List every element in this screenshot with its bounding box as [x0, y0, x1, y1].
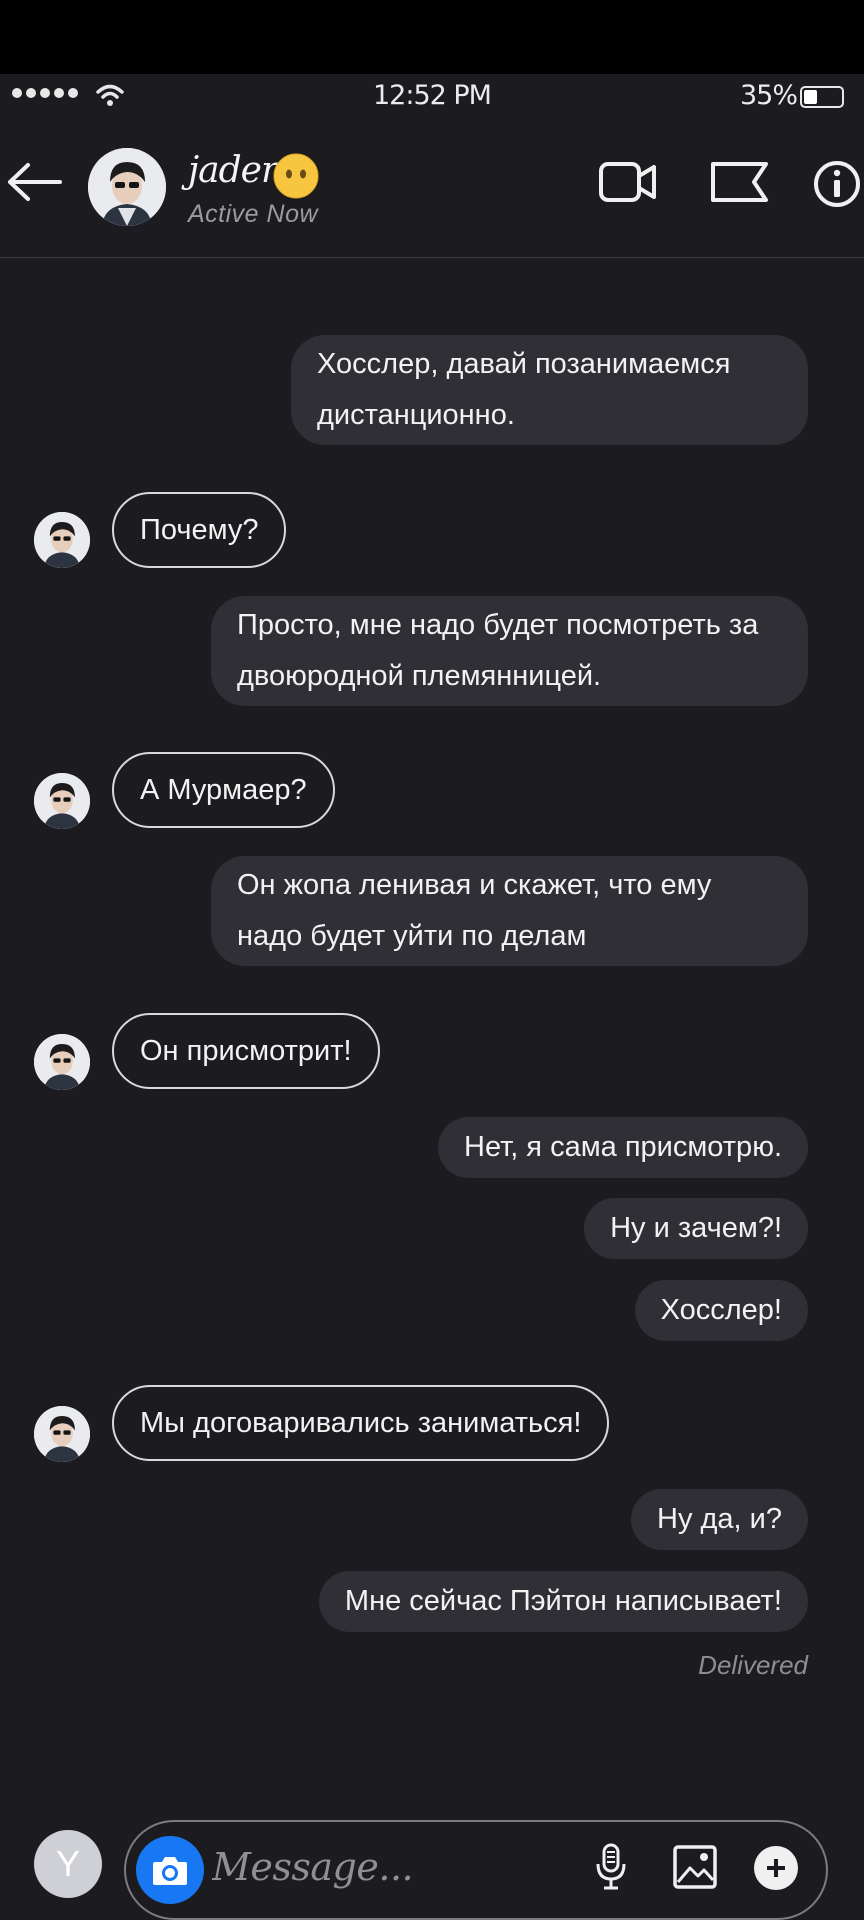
info-icon[interactable]	[813, 160, 861, 208]
sent-message[interactable]: Ну и зачем?!	[584, 1198, 808, 1259]
camera-button[interactable]	[136, 1836, 204, 1904]
contact-status: Active Now	[188, 200, 319, 228]
message-text: А Мурмаер?	[140, 774, 307, 806]
face-without-mouth-emoji-icon	[273, 153, 319, 199]
sent-message[interactable]: Он жопа ленивая и скажет, что ему надо б…	[211, 856, 808, 966]
received-avatar[interactable]	[34, 512, 90, 568]
video-call-icon[interactable]	[598, 160, 658, 204]
message-input[interactable]	[212, 1842, 512, 1892]
microphone-icon[interactable]	[594, 1842, 628, 1892]
plus-button[interactable]	[754, 1846, 798, 1890]
received-message[interactable]: Он присмотрит!	[112, 1013, 380, 1089]
message-text: Мне сейчас Пэйтон написывает!	[344, 1585, 782, 1617]
sent-message[interactable]: Ну да, и?	[631, 1489, 808, 1550]
message-text: Он жопа ленивая и скажет, что ему надо б…	[237, 869, 712, 952]
message-text: Просто, мне надо будет посмотреть за дво…	[237, 609, 759, 692]
received-message[interactable]: А Мурмаер?	[112, 752, 335, 828]
sent-message[interactable]: Хосслер!	[634, 1280, 808, 1341]
message-text: Хосслер!	[660, 1294, 782, 1326]
message-text: Хосслер, давай позанимаемся дистанционно…	[317, 348, 731, 431]
camera-icon	[153, 1857, 187, 1885]
plus-icon	[767, 1859, 785, 1877]
sent-message[interactable]: Просто, мне надо будет посмотреть за дво…	[211, 596, 808, 706]
top-black-bar	[0, 0, 864, 74]
received-avatar[interactable]	[34, 773, 90, 829]
received-message[interactable]: Почему?	[112, 492, 287, 568]
message-text: Ну и зачем?!	[610, 1212, 782, 1244]
received-avatar[interactable]	[34, 1034, 90, 1090]
status-time: 12:52 PM	[373, 80, 492, 111]
message-text: Он присмотрит!	[140, 1035, 352, 1067]
contact-avatar[interactable]	[88, 148, 166, 226]
sent-message[interactable]: Мне сейчас Пэйтон написывает!	[318, 1571, 808, 1632]
flag-icon[interactable]	[710, 160, 770, 204]
gallery-icon[interactable]	[672, 1844, 718, 1890]
status-bar: 12:52 PM 35%	[0, 74, 864, 118]
delivered-status: Delivered	[698, 1650, 808, 1680]
user-avatar[interactable]: Y	[34, 1830, 102, 1898]
back-arrow-icon[interactable]	[6, 162, 62, 202]
sent-message[interactable]: Хосслер, давай позанимаемся дистанционно…	[291, 335, 808, 445]
received-message[interactable]: Мы договаривались заниматься!	[112, 1385, 610, 1461]
sent-message[interactable]: Нет, я сама присмотрю.	[438, 1117, 808, 1178]
battery-percent: 35%	[740, 80, 798, 111]
message-text: Почему?	[140, 514, 259, 546]
message-text: Нет, я сама присмотрю.	[464, 1131, 782, 1163]
battery-icon	[800, 86, 844, 108]
received-avatar[interactable]	[34, 1406, 90, 1462]
message-text: Мы договаривались заниматься!	[140, 1407, 582, 1439]
chat-header: jaden Active Now	[0, 118, 864, 258]
contact-name[interactable]: jaden	[188, 150, 284, 191]
message-composer	[124, 1820, 828, 1920]
message-text: Ну да, и?	[657, 1503, 782, 1535]
